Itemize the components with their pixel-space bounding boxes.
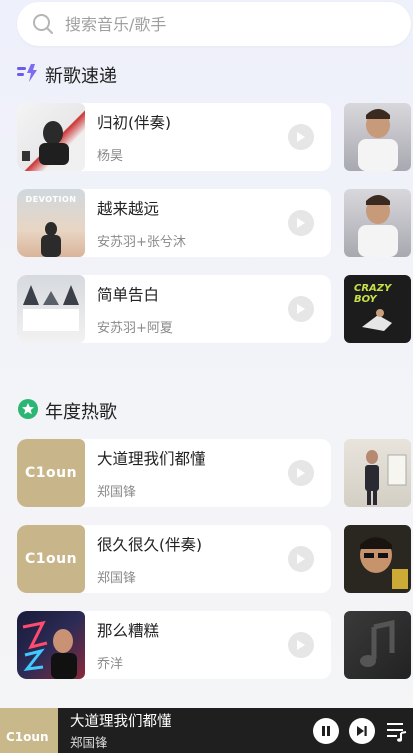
side-album-cover[interactable] bbox=[344, 611, 411, 679]
song-artist: 郑国锋 bbox=[97, 484, 137, 500]
play-icon[interactable] bbox=[288, 210, 314, 236]
cover-text: C1oun bbox=[6, 730, 49, 744]
next-icon[interactable] bbox=[349, 717, 375, 744]
song-title: 简单告白 bbox=[97, 285, 160, 304]
song-card[interactable]: 简单告白 安苏羽+阿夏 bbox=[17, 275, 331, 343]
side-album-cover[interactable] bbox=[344, 189, 411, 257]
side-album-cover[interactable] bbox=[344, 103, 411, 171]
player-artist: 郑国锋 bbox=[70, 735, 108, 750]
side-album-cover[interactable] bbox=[344, 439, 411, 507]
song-card[interactable]: 那么糟糕 乔洋 bbox=[17, 611, 331, 679]
song-card[interactable]: C1oun 很久很久(伴奏) 郑国锋 bbox=[17, 525, 331, 593]
play-icon[interactable] bbox=[288, 632, 314, 658]
song-artist: 杨昊 bbox=[97, 148, 124, 164]
section-title: 年度热歌 bbox=[45, 402, 117, 423]
cover-text: C1oun bbox=[25, 465, 78, 481]
song-title: 那么糟糕 bbox=[97, 621, 160, 640]
mini-player[interactable]: C1oun 大道理我们都懂 郑国锋 bbox=[0, 708, 413, 753]
play-icon[interactable] bbox=[288, 296, 314, 322]
song-artist: 郑国锋 bbox=[97, 570, 137, 586]
search-icon bbox=[21, 2, 65, 46]
song-artist: 安苏羽+张兮沐 bbox=[97, 234, 186, 250]
pause-icon[interactable] bbox=[313, 717, 339, 744]
cover-text: C1oun bbox=[25, 551, 78, 567]
music-note-icon bbox=[360, 619, 395, 667]
play-icon[interactable] bbox=[288, 460, 314, 486]
search-bar[interactable] bbox=[17, 2, 411, 46]
song-card[interactable]: C1oun 大道理我们都懂 郑国锋 bbox=[17, 439, 331, 507]
song-card[interactable]: 归初(伴奏) 杨昊 bbox=[17, 103, 331, 171]
album-cover bbox=[17, 275, 85, 343]
section-hot-songs: 年度热歌 bbox=[17, 398, 117, 424]
song-artist: 安苏羽+阿夏 bbox=[97, 320, 173, 336]
song-title: 归初(伴奏) bbox=[97, 113, 172, 132]
search-input[interactable] bbox=[65, 14, 365, 34]
medal-icon bbox=[17, 398, 39, 424]
song-title: 越来越远 bbox=[97, 199, 160, 218]
album-cover: C1oun bbox=[17, 439, 85, 507]
song-title: 大道理我们都懂 bbox=[97, 449, 206, 468]
player-album-cover: C1oun bbox=[0, 708, 58, 753]
song-title: 很久很久(伴奏) bbox=[97, 535, 203, 554]
playlist-icon[interactable] bbox=[385, 719, 409, 743]
album-cover bbox=[17, 611, 85, 679]
album-cover: C1oun bbox=[17, 525, 85, 593]
side-album-cover[interactable] bbox=[344, 525, 411, 593]
play-icon[interactable] bbox=[288, 546, 314, 572]
section-title: 新歌速递 bbox=[45, 66, 117, 87]
section-new-songs: 新歌速递 bbox=[17, 62, 117, 88]
album-cover: DEVOTION bbox=[17, 189, 85, 257]
side-album-cover[interactable]: CRAZY BOY bbox=[344, 275, 411, 343]
new-songs-icon bbox=[17, 63, 39, 87]
player-title: 大道理我们都懂 bbox=[70, 714, 172, 730]
play-icon[interactable] bbox=[288, 124, 314, 150]
song-artist: 乔洋 bbox=[97, 656, 124, 672]
album-cover bbox=[17, 103, 85, 171]
song-card[interactable]: DEVOTION 越来越远 安苏羽+张兮沐 bbox=[17, 189, 331, 257]
